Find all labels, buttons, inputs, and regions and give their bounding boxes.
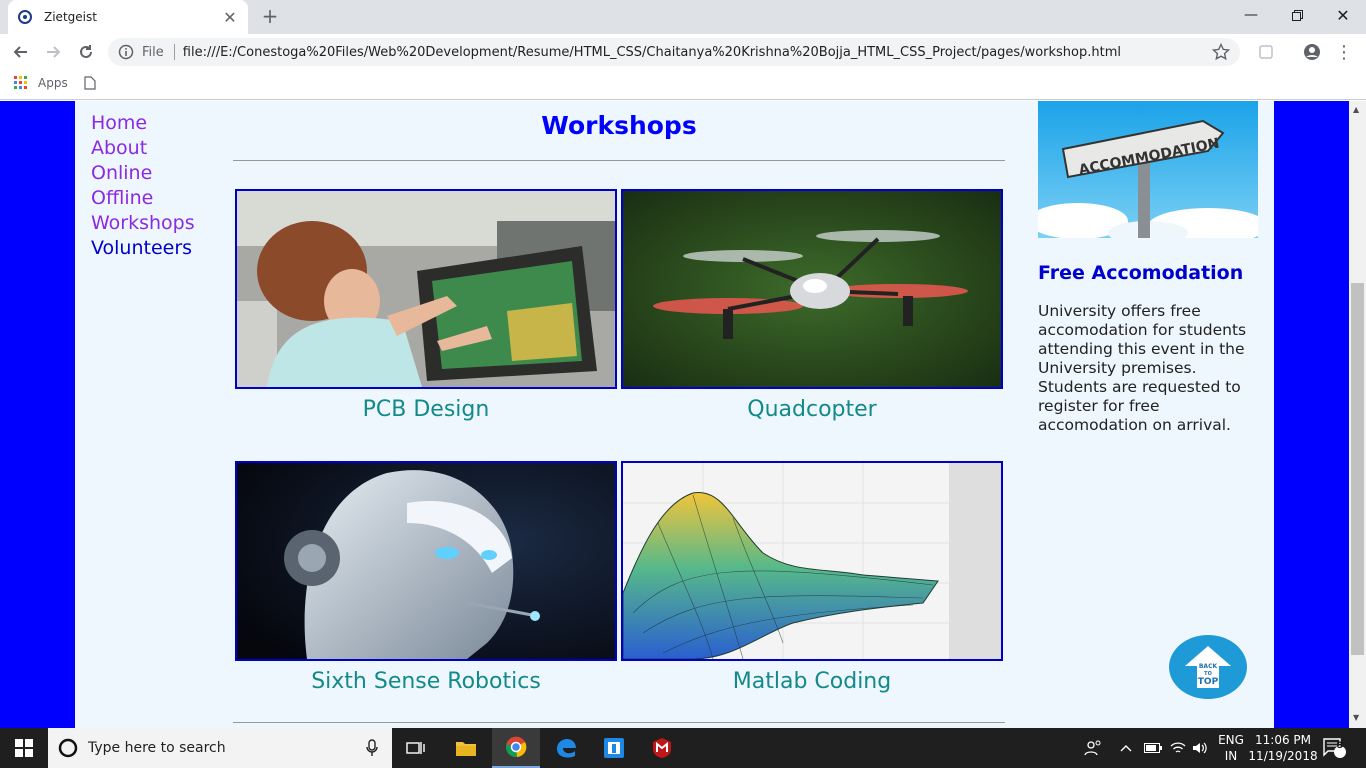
close-tab-icon[interactable]: ✕ xyxy=(222,8,238,27)
battery-icon[interactable] xyxy=(1144,728,1162,768)
clock-date: 11/19/2018 xyxy=(1248,749,1318,763)
task-view-icon[interactable] xyxy=(392,728,440,768)
edge-icon[interactable] xyxy=(542,728,590,768)
restore-icon[interactable] xyxy=(1274,0,1320,30)
up-arrow-icon: BACK TO TOP xyxy=(1185,646,1231,688)
nav-link-workshops[interactable]: Workshops xyxy=(91,211,195,236)
back-arrow-icon[interactable] xyxy=(8,40,32,64)
profile-icon[interactable] xyxy=(1300,40,1324,64)
pcb-design-image[interactable] xyxy=(235,189,617,389)
workshop-card-quadcopter[interactable]: Quadcopter xyxy=(621,189,1003,422)
globe-icon xyxy=(18,10,32,24)
mcafee-icon[interactable] xyxy=(638,728,686,768)
bottom-divider xyxy=(233,722,1005,723)
quadcopter-image[interactable] xyxy=(621,189,1003,389)
search-placeholder: Type here to search xyxy=(88,740,226,756)
notification-count: 3 xyxy=(1337,741,1344,751)
page-title: Workshops xyxy=(541,111,697,140)
nav-link-home[interactable]: Home xyxy=(91,111,195,136)
minimize-icon[interactable]: — xyxy=(1228,0,1274,30)
windows-taskbar: Type here to search ENG IN 11:06 PM 11/1… xyxy=(0,728,1366,768)
svg-text:BACK: BACK xyxy=(1199,663,1218,670)
workshop-card-matlab[interactable]: Matlab Coding xyxy=(621,461,1003,694)
accommodation-aside: ACCOMMODATION Free Accomodation Universi… xyxy=(1038,101,1258,435)
taskbar-search-box[interactable]: Type here to search xyxy=(48,728,392,768)
page-scrollbar[interactable]: ▲ ▼ xyxy=(1349,101,1366,728)
workshop-caption[interactable]: PCB Design xyxy=(235,397,617,422)
page-viewport: Home About Online Offline Workshops Volu… xyxy=(0,101,1349,728)
language-indicator[interactable]: ENG IN xyxy=(1218,728,1244,768)
reload-icon[interactable] xyxy=(74,40,98,64)
svg-text:TOP: TOP xyxy=(1198,677,1219,687)
notification-center-icon[interactable]: 3 xyxy=(1322,728,1346,768)
accommodation-sign-image: ACCOMMODATION xyxy=(1038,101,1258,238)
matlab-coding-image[interactable] xyxy=(621,461,1003,661)
page-content: Home About Online Offline Workshops Volu… xyxy=(75,101,1274,728)
side-navigation: Home About Online Offline Workshops Volu… xyxy=(91,111,195,261)
forward-arrow-icon[interactable] xyxy=(42,40,66,64)
workshop-card-robotics[interactable]: Sixth Sense Robotics xyxy=(235,461,617,694)
volume-icon[interactable] xyxy=(1192,728,1208,768)
tab-zietgeist[interactable]: Zietgeist ✕ xyxy=(8,0,248,34)
omnibox-separator xyxy=(173,44,175,60)
store-app-icon[interactable] xyxy=(590,728,638,768)
bookmark-apps[interactable]: Apps xyxy=(14,76,68,90)
scrollbar-thumb[interactable] xyxy=(1351,283,1364,655)
sixth-sense-robotics-image[interactable] xyxy=(235,461,617,661)
clock[interactable]: 11:06 PM 11/19/2018 xyxy=(1248,728,1317,768)
tab-title: Zietgeist xyxy=(44,10,97,24)
workshop-card-pcb[interactable]: PCB Design xyxy=(235,189,617,422)
bookmark-star-icon[interactable] xyxy=(1212,43,1230,61)
wifi-icon[interactable] xyxy=(1170,728,1186,768)
clock-time: 11:06 PM xyxy=(1255,733,1311,747)
url-text[interactable]: file:///E:/Conestoga%20Files/Web%20Devel… xyxy=(183,45,1212,60)
back-to-top-button[interactable]: BACK TO TOP xyxy=(1169,635,1247,699)
language-code: ENG xyxy=(1218,733,1244,747)
bookmarks-bar: Apps xyxy=(0,70,1366,100)
nav-link-online[interactable]: Online xyxy=(91,161,195,186)
menu-kebab-icon[interactable]: ⋮ xyxy=(1332,40,1356,64)
extension-icon[interactable] xyxy=(1254,40,1278,64)
browser-tabbar: Zietgeist ✕ + — ✕ xyxy=(0,0,1366,34)
microphone-icon[interactable] xyxy=(366,739,378,757)
nav-link-about[interactable]: About xyxy=(91,136,195,161)
bookmark-apps-label: Apps xyxy=(38,76,68,90)
cortana-circle-icon xyxy=(58,738,78,758)
aside-heading: Free Accomodation xyxy=(1038,262,1244,284)
people-icon[interactable] xyxy=(1084,728,1102,768)
bookmark-file-icon[interactable] xyxy=(84,76,96,90)
new-tab-button[interactable]: + xyxy=(258,5,282,29)
info-icon[interactable] xyxy=(118,44,134,60)
nav-link-offline[interactable]: Offline xyxy=(91,186,195,211)
workshop-caption[interactable]: Matlab Coding xyxy=(621,669,1003,694)
browser-toolbar: File file:///E:/Conestoga%20Files/Web%20… xyxy=(0,34,1366,70)
top-divider xyxy=(233,160,1005,161)
protocol-label: File xyxy=(142,44,164,60)
scroll-down-icon[interactable]: ▼ xyxy=(1353,713,1359,722)
close-window-icon[interactable]: ✕ xyxy=(1320,0,1366,30)
chrome-taskbar-icon[interactable] xyxy=(492,728,540,768)
show-hidden-icons-icon[interactable] xyxy=(1120,728,1132,768)
nav-link-volunteers[interactable]: Volunteers xyxy=(91,236,195,261)
aside-body: University offers free accomodation for … xyxy=(1038,302,1247,434)
workshop-caption[interactable]: Sixth Sense Robotics xyxy=(235,669,617,694)
region-code: IN xyxy=(1224,749,1238,763)
workshop-caption[interactable]: Quadcopter xyxy=(621,397,1003,422)
windows-start-icon[interactable] xyxy=(0,728,48,768)
address-bar[interactable]: File file:///E:/Conestoga%20Files/Web%20… xyxy=(108,38,1240,66)
apps-grid-icon xyxy=(14,76,27,89)
file-explorer-icon[interactable] xyxy=(442,728,490,768)
scroll-up-icon[interactable]: ▲ xyxy=(1353,105,1359,114)
